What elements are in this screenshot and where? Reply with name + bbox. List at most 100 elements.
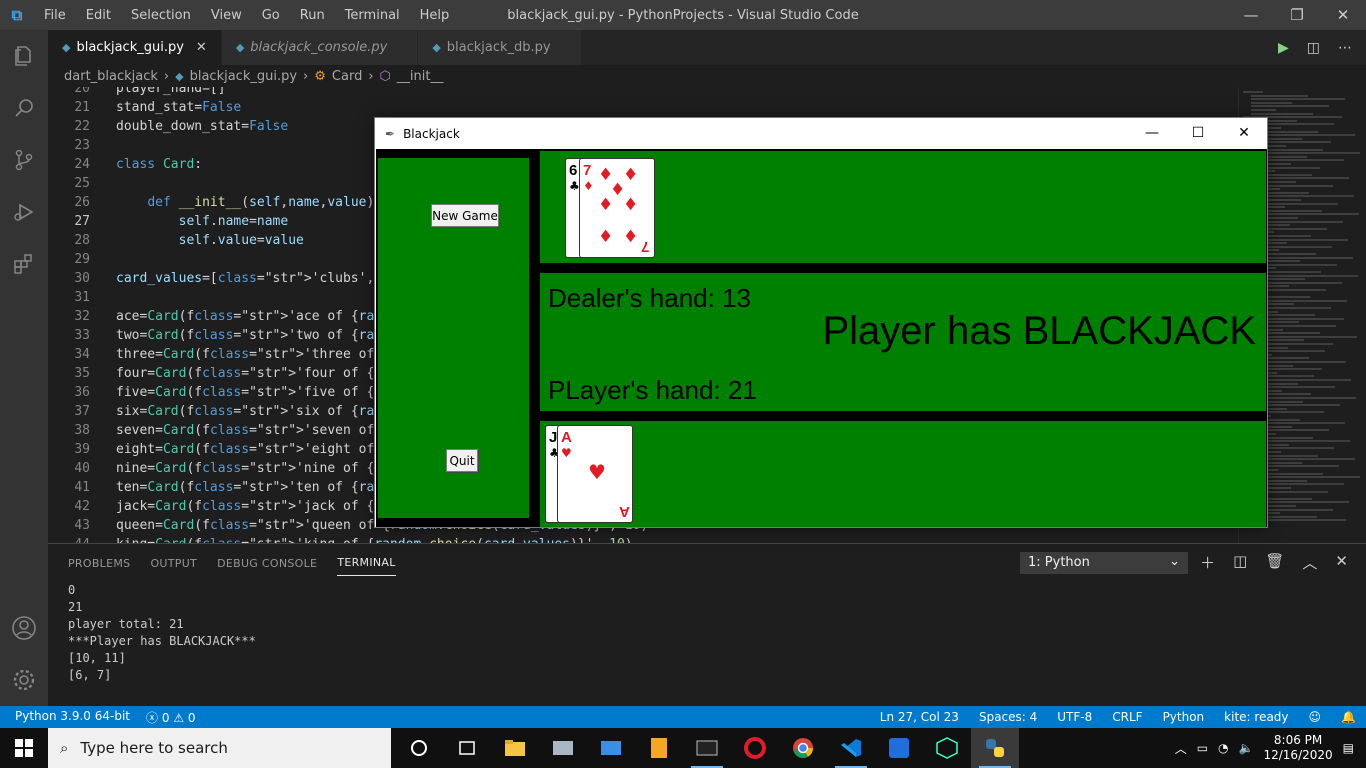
news-app-icon[interactable] bbox=[587, 728, 635, 768]
error-icon: ⓧ bbox=[146, 710, 159, 725]
task-view-icon[interactable] bbox=[443, 728, 491, 768]
breadcrumb-file[interactable]: blackjack_gui.py bbox=[190, 69, 297, 84]
chrome-icon[interactable] bbox=[779, 728, 827, 768]
playing-card: A ♥ ♥ A bbox=[557, 425, 633, 523]
card-pip: ♦ bbox=[623, 195, 639, 215]
terminal-select[interactable]: 1: Python ⌄ bbox=[1020, 552, 1188, 574]
file-explorer-icon[interactable] bbox=[491, 728, 539, 768]
terminal-output[interactable]: 0 21 player total: 21 ***Player has BLAC… bbox=[48, 582, 1366, 684]
restore-icon[interactable]: ❐ bbox=[1274, 0, 1320, 30]
terminal-app-icon[interactable] bbox=[683, 728, 731, 768]
split-editor-icon[interactable]: ◫ bbox=[1307, 40, 1320, 56]
maximize-icon[interactable]: ☐ bbox=[1175, 118, 1221, 148]
tab-close-icon[interactable]: ✕ bbox=[196, 40, 207, 55]
wifi-icon[interactable]: ◔ bbox=[1218, 741, 1228, 755]
close-icon[interactable]: ✕ bbox=[1221, 118, 1267, 148]
maximize-panel-icon[interactable]: ︿ bbox=[1302, 552, 1317, 573]
game-table: New Game Quit 6 ♣ 7 ♦ ♦ ♦ ♦ ♦ ♦ ♦ ♦ 7 De… bbox=[376, 149, 1267, 527]
tab-blackjack-db[interactable]: ◆ blackjack_db.py bbox=[418, 30, 582, 65]
breadcrumb-class[interactable]: Card bbox=[332, 69, 362, 84]
breadcrumb-folder[interactable]: dart_blackjack bbox=[64, 69, 158, 84]
playing-card: 7 ♦ ♦ ♦ ♦ ♦ ♦ ♦ ♦ 7 bbox=[579, 158, 655, 258]
search-icon[interactable] bbox=[0, 82, 48, 134]
breadcrumb: dart_blackjack › ◆ blackjack_gui.py › ⚙ Card… bbox=[48, 65, 1238, 87]
close-icon[interactable]: ✕ bbox=[1320, 0, 1366, 30]
menu-help[interactable]: Help bbox=[410, 8, 460, 23]
result-message: Player has BLACKJACK bbox=[822, 309, 1256, 353]
run-debug-icon[interactable] bbox=[0, 186, 48, 238]
taskbar-search[interactable]: ⌕ Type here to search bbox=[48, 728, 391, 768]
menu-view[interactable]: View bbox=[201, 8, 252, 23]
breadcrumb-method[interactable]: __init__ bbox=[397, 69, 444, 84]
line-ending[interactable]: CRLF bbox=[1102, 710, 1152, 724]
terminal-line: [10, 11] bbox=[68, 651, 126, 665]
account-icon[interactable] bbox=[0, 602, 48, 654]
kite-status[interactable]: kite: ready bbox=[1214, 710, 1298, 724]
run-file-icon[interactable]: ▶ bbox=[1278, 40, 1289, 56]
card-pip: ♥ bbox=[588, 460, 606, 484]
idle-app-icon[interactable] bbox=[635, 728, 683, 768]
chevron-up-icon[interactable]: ︿ bbox=[1175, 740, 1187, 757]
indentation[interactable]: Spaces: 4 bbox=[969, 710, 1047, 724]
cursor-position[interactable]: Ln 27, Col 23 bbox=[870, 710, 969, 724]
settings-gear-icon[interactable] bbox=[0, 654, 48, 706]
code-line[interactable]: 21 stand_stat=False bbox=[48, 98, 1238, 117]
line-number: 27 bbox=[74, 214, 90, 229]
line-number: 37 bbox=[74, 404, 90, 419]
vscode-taskbar-icon[interactable] bbox=[827, 728, 875, 768]
opera-icon[interactable] bbox=[731, 728, 779, 768]
terminal-line: 0 bbox=[68, 583, 76, 597]
tab-blackjack-gui[interactable]: ◆ blackjack_gui.py ✕ bbox=[48, 30, 222, 65]
explorer-icon[interactable] bbox=[0, 30, 48, 82]
menu-selection[interactable]: Selection bbox=[121, 8, 201, 23]
blackjack-title: Blackjack bbox=[403, 126, 460, 141]
problems-status[interactable]: ⓧ 0 ⚠ 0 bbox=[146, 709, 196, 726]
new-terminal-icon[interactable]: ＋ bbox=[1200, 552, 1215, 573]
python-taskbar-icon[interactable] bbox=[971, 728, 1019, 768]
source-control-icon[interactable] bbox=[0, 134, 48, 186]
card-pip: ♦ bbox=[598, 227, 614, 247]
menu-run[interactable]: Run bbox=[290, 8, 335, 23]
tab-debug-console[interactable]: DEBUG CONSOLE bbox=[217, 551, 317, 576]
activity-bar bbox=[0, 30, 48, 706]
menu-file[interactable]: File bbox=[34, 8, 76, 23]
trash-icon[interactable]: 🗑 bbox=[1265, 552, 1284, 573]
warning-icon: ⚠ bbox=[173, 710, 185, 725]
menu-edit[interactable]: Edit bbox=[76, 8, 121, 23]
notifications-bell-icon[interactable]: 🔔 bbox=[1331, 710, 1366, 724]
split-terminal-icon[interactable]: ◫ bbox=[1233, 552, 1247, 573]
cortana-icon[interactable] bbox=[395, 728, 443, 768]
minimap-line bbox=[1251, 112, 1313, 115]
volume-icon[interactable]: 🔈 bbox=[1239, 741, 1254, 755]
clock-time: 8:06 PM bbox=[1273, 733, 1323, 747]
tab-blackjack-console[interactable]: ◆ blackjack_console.py bbox=[221, 30, 419, 65]
minimize-icon[interactable]: — bbox=[1129, 118, 1175, 148]
code-text: stand_stat=False bbox=[116, 100, 242, 115]
clock[interactable]: 8:06 PM 12/16/2020 bbox=[1263, 733, 1332, 763]
action-center-icon[interactable]: ▤ bbox=[1343, 741, 1354, 755]
language-mode[interactable]: Python bbox=[1153, 710, 1215, 724]
nox-app-icon[interactable] bbox=[923, 728, 971, 768]
quit-button[interactable]: Quit bbox=[446, 449, 478, 472]
menu-terminal[interactable]: Terminal bbox=[335, 8, 410, 23]
windows-start-icon[interactable] bbox=[0, 728, 48, 768]
line-number: 20 bbox=[74, 87, 90, 96]
tab-terminal[interactable]: TERMINAL bbox=[337, 550, 396, 576]
ve-app-icon[interactable] bbox=[875, 728, 923, 768]
feedback-icon[interactable]: ☺ bbox=[1299, 710, 1332, 724]
minimize-icon[interactable]: — bbox=[1228, 0, 1274, 30]
new-game-button[interactable]: New Game bbox=[431, 204, 499, 227]
extensions-icon[interactable] bbox=[0, 238, 48, 290]
code-line[interactable]: 44king=Card(fclass="str">'king of {rando… bbox=[48, 535, 1238, 543]
more-actions-icon[interactable]: ⋯ bbox=[1338, 40, 1352, 56]
menu-go[interactable]: Go bbox=[252, 8, 290, 23]
code-line[interactable]: 20 player_hand=[] bbox=[48, 87, 1238, 98]
close-panel-icon[interactable]: ✕ bbox=[1335, 552, 1348, 573]
tab-output[interactable]: OUTPUT bbox=[150, 551, 197, 576]
python-interpreter[interactable]: Python 3.9.0 64-bit bbox=[15, 709, 130, 726]
encoding[interactable]: UTF-8 bbox=[1047, 710, 1102, 724]
battery-icon[interactable]: ▭ bbox=[1197, 741, 1208, 755]
chevron-down-icon: ⌄ bbox=[1169, 554, 1180, 569]
tab-problems[interactable]: PROBLEMS bbox=[68, 551, 130, 576]
photos-app-icon[interactable] bbox=[539, 728, 587, 768]
